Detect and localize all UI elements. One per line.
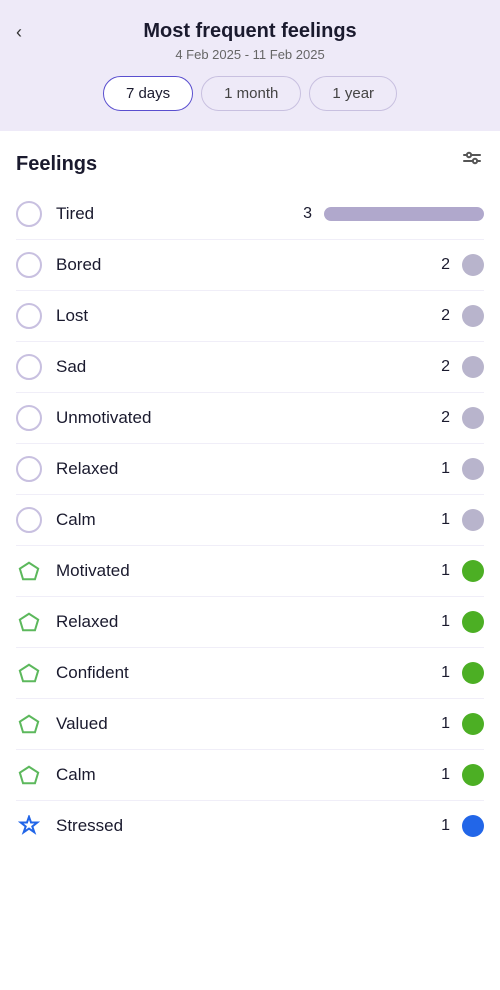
feeling-name: Relaxed <box>56 459 434 479</box>
pentagon-icon <box>16 762 42 788</box>
list-item[interactable]: Stressed 1 <box>16 801 484 851</box>
feeling-name: Valued <box>56 714 434 734</box>
feeling-name: Calm <box>56 765 434 785</box>
list-item[interactable]: Calm 1 <box>16 750 484 801</box>
feeling-count: 2 <box>434 409 450 427</box>
feeling-count: 1 <box>434 664 450 682</box>
feeling-name: Relaxed <box>56 612 434 632</box>
star-icon <box>16 813 42 839</box>
feeling-name: Motivated <box>56 561 434 581</box>
feeling-count: 1 <box>434 613 450 631</box>
feeling-count: 1 <box>434 766 450 784</box>
feeling-count: 2 <box>434 358 450 376</box>
pentagon-icon <box>16 711 42 737</box>
color-dot <box>462 356 484 378</box>
color-dot <box>462 305 484 327</box>
list-item[interactable]: Valued 1 <box>16 699 484 750</box>
main-content: Feelings Tired 3 Bored 2 Lost 2 <box>0 131 500 990</box>
radio-circle <box>16 303 42 329</box>
feeling-name: Sad <box>56 357 434 377</box>
radio-circle <box>16 456 42 482</box>
feeling-count: 1 <box>434 817 450 835</box>
feeling-name: Tired <box>56 204 296 224</box>
list-item[interactable]: Relaxed 1 <box>16 597 484 648</box>
tab-7days[interactable]: 7 days <box>103 76 193 111</box>
color-dot <box>462 764 484 786</box>
radio-circle <box>16 201 42 227</box>
date-range: 4 Feb 2025 - 11 Feb 2025 <box>16 47 484 62</box>
color-dot <box>462 815 484 837</box>
bar-container <box>324 207 484 221</box>
feeling-count: 1 <box>434 511 450 529</box>
radio-circle <box>16 507 42 533</box>
list-item[interactable]: Lost 2 <box>16 291 484 342</box>
tab-1year[interactable]: 1 year <box>309 76 397 111</box>
color-dot <box>462 254 484 276</box>
color-dot <box>462 662 484 684</box>
color-dot <box>462 713 484 735</box>
color-dot <box>462 407 484 429</box>
feeling-name: Bored <box>56 255 434 275</box>
header: ‹ Most frequent feelings 4 Feb 2025 - 11… <box>0 0 500 131</box>
color-dot <box>462 611 484 633</box>
feeling-name: Unmotivated <box>56 408 434 428</box>
tab-bar: 7 days 1 month 1 year <box>16 76 484 115</box>
filter-icon[interactable] <box>460 149 484 179</box>
feeling-name: Confident <box>56 663 434 683</box>
feeling-count: 1 <box>434 715 450 733</box>
list-item[interactable]: Unmotivated 2 <box>16 393 484 444</box>
pentagon-icon <box>16 558 42 584</box>
list-item[interactable]: Relaxed 1 <box>16 444 484 495</box>
feeling-name: Calm <box>56 510 434 530</box>
page-title: Most frequent feelings <box>16 20 484 43</box>
radio-circle <box>16 354 42 380</box>
list-item[interactable]: Sad 2 <box>16 342 484 393</box>
feeling-name: Stressed <box>56 816 434 836</box>
tab-1month[interactable]: 1 month <box>201 76 301 111</box>
radio-circle <box>16 252 42 278</box>
feeling-count: 1 <box>434 460 450 478</box>
pentagon-icon <box>16 660 42 686</box>
section-title: Feelings <box>16 153 97 176</box>
list-item[interactable]: Bored 2 <box>16 240 484 291</box>
pentagon-icon <box>16 609 42 635</box>
color-dot <box>462 458 484 480</box>
list-item[interactable]: Motivated 1 <box>16 546 484 597</box>
feeling-count: 2 <box>434 307 450 325</box>
feeling-count: 1 <box>434 562 450 580</box>
section-header: Feelings <box>16 131 484 189</box>
color-dot <box>462 560 484 582</box>
feelings-list: Tired 3 Bored 2 Lost 2 Sad 2 Unmotivated… <box>16 189 484 851</box>
radio-circle <box>16 405 42 431</box>
feeling-name: Lost <box>56 306 434 326</box>
feeling-count: 3 <box>296 205 312 223</box>
feeling-count: 2 <box>434 256 450 274</box>
list-item[interactable]: Confident 1 <box>16 648 484 699</box>
list-item[interactable]: Calm 1 <box>16 495 484 546</box>
list-item[interactable]: Tired 3 <box>16 189 484 240</box>
back-button[interactable]: ‹ <box>16 22 22 43</box>
color-dot <box>462 509 484 531</box>
